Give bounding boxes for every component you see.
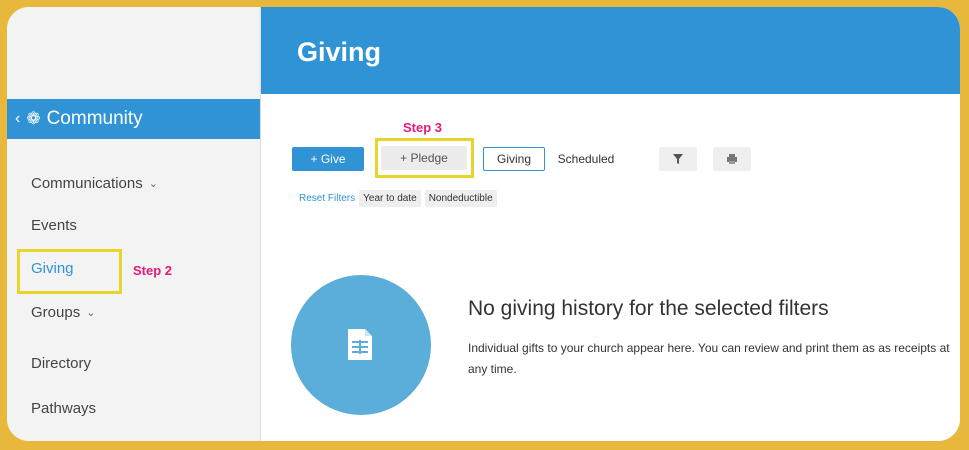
empty-state-description: Individual gifts to your church appear h…: [468, 341, 950, 376]
main-content: Giving Step 3 + Give + Pledge Giving Sch…: [261, 7, 960, 441]
sidebar-item-label: Communications: [31, 175, 143, 192]
print-icon: [727, 154, 737, 164]
sidebar-item-label: Groups: [31, 304, 81, 321]
sidebar-item-events[interactable]: Events: [31, 217, 77, 234]
document-icon: [348, 329, 372, 360]
page-title: Giving: [297, 37, 382, 67]
sidebar-item-label: Pathways: [31, 400, 97, 417]
chevron-down-icon: ⌄: [86, 307, 96, 319]
chevron-down-icon: ⌄: [148, 178, 158, 190]
sidebar-item-groups[interactable]: Groups ⌄: [31, 304, 95, 321]
filter-chip-nondeductible[interactable]: Nondeductible: [424, 190, 497, 207]
sidebar-item-pathways[interactable]: Pathways: [31, 400, 96, 417]
empty-state-title: No giving history for the selected filte…: [468, 297, 829, 320]
step2-highlight-box: [17, 249, 122, 294]
community-label: Community: [46, 108, 143, 129]
sidebar-item-communications[interactable]: Communications ⌄: [31, 175, 158, 192]
filter-button[interactable]: [659, 147, 697, 171]
step2-label: Step 2: [133, 263, 173, 278]
community-nav-header[interactable]: ‹ ❁ Community: [7, 99, 260, 139]
step3-label: Step 3: [403, 120, 443, 135]
sidebar-item-label: Events: [31, 217, 77, 234]
tab-giving[interactable]: Giving: [483, 147, 545, 171]
empty-state-illustration: [291, 275, 431, 415]
reset-filters-link[interactable]: Reset Filters: [299, 193, 355, 204]
page-header: Giving: [261, 7, 960, 94]
tab-scheduled[interactable]: Scheduled: [547, 147, 625, 171]
app-frame: ‹ ❁ Community Communications ⌄ Events Gi…: [7, 7, 960, 441]
sidebar-item-directory[interactable]: Directory: [31, 355, 91, 372]
filter-row: Reset Filters Year to date Nondeductible: [299, 190, 497, 207]
community-icon: ❁: [26, 109, 41, 128]
sidebar-item-label: Directory: [31, 355, 92, 372]
filter-icon: [673, 154, 683, 164]
sidebar: ‹ ❁ Community Communications ⌄ Events Gi…: [7, 7, 261, 441]
chevron-left-icon[interactable]: ‹: [15, 110, 20, 128]
print-button[interactable]: [713, 147, 751, 171]
pledge-button[interactable]: + Pledge: [381, 146, 467, 170]
filter-chip-year-to-date[interactable]: Year to date: [359, 190, 421, 207]
give-button[interactable]: + Give: [292, 147, 364, 171]
